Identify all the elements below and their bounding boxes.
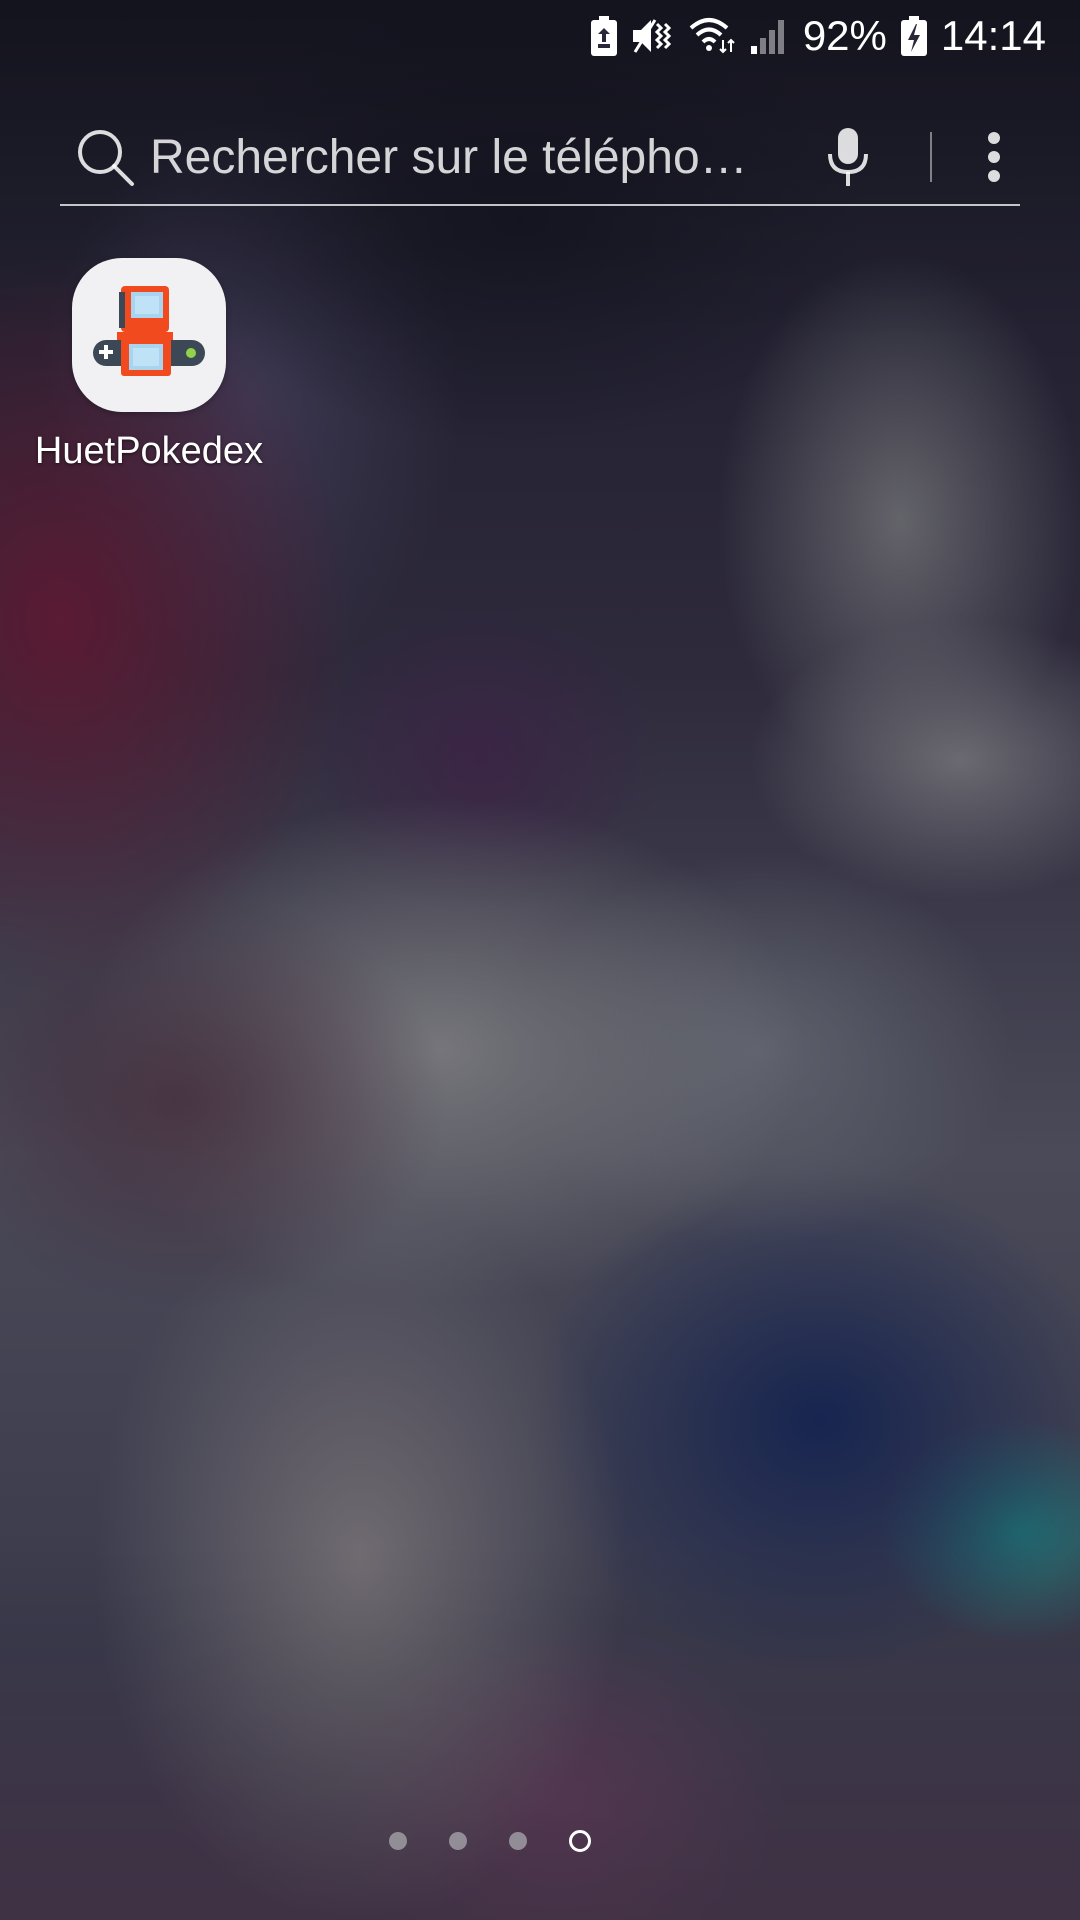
page-indicator[interactable] [0, 1830, 1080, 1852]
home-screen: 92% 14:14 Rechercher sur le télépho… Hue… [0, 0, 1080, 1920]
battery-saver-icon [590, 14, 617, 58]
wifi-icon [689, 14, 735, 58]
search-icon[interactable] [70, 122, 140, 192]
page-dot-1[interactable] [389, 1832, 407, 1850]
page-dot-3[interactable] [509, 1832, 527, 1850]
search-divider [930, 132, 932, 182]
battery-charging-icon [900, 14, 927, 58]
search-input[interactable]: Rechercher sur le télépho… [150, 130, 780, 185]
clock: 14:14 [940, 12, 1046, 59]
signal-icon [749, 14, 789, 58]
battery-percent: 92% [802, 12, 887, 59]
game-console-icon[interactable] [72, 258, 226, 412]
more-options-icon[interactable] [974, 122, 1014, 192]
page-dot-4-current[interactable] [569, 1830, 591, 1852]
status-bar: 92% 14:14 [0, 0, 1080, 72]
app-shortcut-huetpokedex[interactable]: HuetPokedex [34, 258, 264, 473]
vibrate-icon [631, 14, 675, 58]
mic-icon[interactable] [818, 117, 878, 197]
app-label: HuetPokedex [34, 430, 264, 472]
page-dot-2[interactable] [449, 1832, 467, 1850]
search-bar[interactable]: Rechercher sur le télépho… [60, 110, 1020, 206]
